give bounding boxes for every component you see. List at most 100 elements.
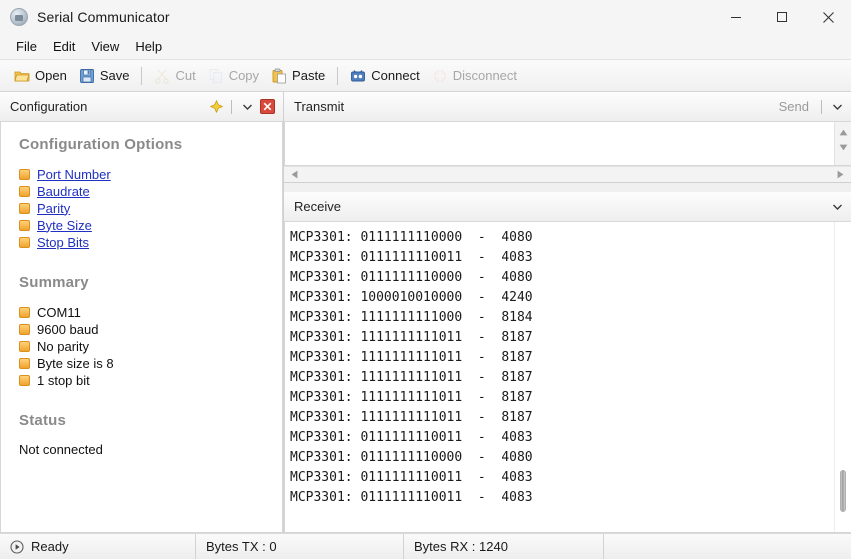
bullet-icon xyxy=(19,358,30,369)
bullet-icon xyxy=(19,203,30,214)
menu-item-edit[interactable]: Edit xyxy=(45,37,83,56)
menu-bar: File Edit View Help xyxy=(0,34,851,60)
cut-button[interactable]: Cut xyxy=(148,64,201,88)
app-circle-icon xyxy=(10,8,28,26)
config-option-label[interactable]: Baudrate xyxy=(37,184,90,199)
open-button[interactable]: Open xyxy=(8,64,73,88)
triangle-left-icon[interactable] xyxy=(287,167,302,182)
transmit-section: Transmit Send xyxy=(284,92,851,183)
chevron-down-icon[interactable] xyxy=(827,97,847,117)
bullet-icon xyxy=(19,186,30,197)
main-split: Configuration Config xyxy=(0,92,851,533)
bullet-icon xyxy=(19,169,30,180)
config-option-port-number[interactable]: Port Number xyxy=(19,166,282,182)
transmit-title: Transmit xyxy=(294,99,779,114)
disconnect-button-label: Disconnect xyxy=(453,68,517,83)
copy-button[interactable]: Copy xyxy=(202,64,265,88)
window-controls xyxy=(713,0,851,34)
pane-splitter[interactable] xyxy=(284,183,851,192)
config-option-parity[interactable]: Parity xyxy=(19,200,282,216)
plug-connect-icon xyxy=(350,68,366,84)
receive-vertical-scrollbar[interactable] xyxy=(834,222,851,532)
cut-button-label: Cut xyxy=(175,68,195,83)
config-option-label[interactable]: Port Number xyxy=(37,167,111,182)
config-option-byte-size[interactable]: Byte Size xyxy=(19,217,282,233)
maximize-icon[interactable] xyxy=(759,0,805,34)
send-button[interactable]: Send xyxy=(779,99,809,114)
chevron-down-icon[interactable] xyxy=(827,197,847,217)
bullet-icon xyxy=(19,220,30,231)
scrollbar-thumb[interactable] xyxy=(840,470,846,512)
summary-item-byte-size: Byte size is 8 xyxy=(19,355,282,371)
minimize-icon[interactable] xyxy=(713,0,759,34)
application-window: Serial Communicator File Edit View Help xyxy=(0,0,851,559)
title-bar: Serial Communicator xyxy=(0,0,851,34)
bullet-icon xyxy=(19,375,30,386)
summary-item-parity: No parity xyxy=(19,338,282,354)
config-option-label[interactable]: Stop Bits xyxy=(37,235,89,250)
config-option-baudrate[interactable]: Baudrate xyxy=(19,183,282,199)
config-option-stop-bits[interactable]: Stop Bits xyxy=(19,234,282,250)
summary-item-label: 9600 baud xyxy=(37,322,98,337)
copy-icon xyxy=(208,68,224,84)
folder-open-icon xyxy=(14,68,30,84)
summary-heading: Summary xyxy=(19,274,282,291)
transmit-input-area xyxy=(284,122,851,166)
gold-diamond-icon[interactable] xyxy=(206,97,226,117)
configuration-pane: Configuration Config xyxy=(0,92,283,533)
status-heading: Status xyxy=(19,412,282,429)
triangle-up-icon[interactable] xyxy=(836,125,851,140)
transmit-input[interactable] xyxy=(285,122,834,165)
summary-item-stop-bits: 1 stop bit xyxy=(19,372,282,388)
connect-button-label: Connect xyxy=(371,68,419,83)
config-option-label[interactable]: Parity xyxy=(37,201,70,216)
status-ready-cell: Ready xyxy=(0,534,196,559)
menu-item-help[interactable]: Help xyxy=(127,37,170,56)
summary-item-label: Byte size is 8 xyxy=(37,356,114,371)
transmit-vertical-scrollbar[interactable] xyxy=(834,122,851,165)
configuration-content: Configuration Options Port Number Baudra… xyxy=(0,122,283,533)
connection-status-value: Not connected xyxy=(19,442,282,457)
chevron-down-icon[interactable] xyxy=(237,97,257,117)
status-bar: Ready Bytes TX : 0 Bytes RX : 1240 xyxy=(0,533,851,559)
triangle-right-icon[interactable] xyxy=(833,167,848,182)
header-separator xyxy=(821,100,822,114)
triangle-down-icon[interactable] xyxy=(836,140,851,155)
summary-item-baudrate: 9600 baud xyxy=(19,321,282,337)
status-bytes-tx-cell: Bytes TX : 0 xyxy=(196,534,404,559)
paste-button-label: Paste xyxy=(292,68,325,83)
status-ready-label: Ready xyxy=(31,539,69,554)
toolbar-separator-2 xyxy=(337,67,338,85)
scissors-icon xyxy=(154,68,170,84)
receive-body: MCP3301: 0111111110000 - 4080 MCP3301: 0… xyxy=(284,222,851,533)
summary-item-port: COM11 xyxy=(19,304,282,320)
config-option-label[interactable]: Byte Size xyxy=(37,218,92,233)
transmit-header: Transmit Send xyxy=(284,92,851,122)
toolbar: Open Save xyxy=(0,60,851,92)
close-icon[interactable] xyxy=(805,0,851,34)
bullet-icon xyxy=(19,237,30,248)
summary-item-label: No parity xyxy=(37,339,89,354)
clipboard-paste-icon xyxy=(271,68,287,84)
status-bytes-rx-cell: Bytes RX : 1240 xyxy=(404,534,604,559)
save-button[interactable]: Save xyxy=(73,64,136,88)
menu-item-file[interactable]: File xyxy=(8,37,45,56)
configuration-options-heading: Configuration Options xyxy=(19,136,282,153)
plug-disconnect-icon xyxy=(432,68,448,84)
menu-item-view[interactable]: View xyxy=(83,37,127,56)
transmit-horizontal-scrollbar[interactable] xyxy=(284,166,851,183)
connect-button[interactable]: Connect xyxy=(344,64,425,88)
header-separator xyxy=(231,100,232,114)
receive-log-text[interactable]: MCP3301: 0111111110000 - 4080 MCP3301: 0… xyxy=(285,222,834,532)
configuration-pane-title: Configuration xyxy=(10,99,206,114)
red-close-icon[interactable] xyxy=(257,97,277,117)
summary-item-label: COM11 xyxy=(37,305,81,320)
play-circle-icon xyxy=(10,540,24,554)
window-title: Serial Communicator xyxy=(37,9,170,25)
receive-header: Receive xyxy=(284,192,851,222)
status-extra-cell xyxy=(604,534,851,559)
paste-button[interactable]: Paste xyxy=(265,64,331,88)
receive-title: Receive xyxy=(294,199,827,214)
disconnect-button[interactable]: Disconnect xyxy=(426,64,523,88)
floppy-disk-icon xyxy=(79,68,95,84)
